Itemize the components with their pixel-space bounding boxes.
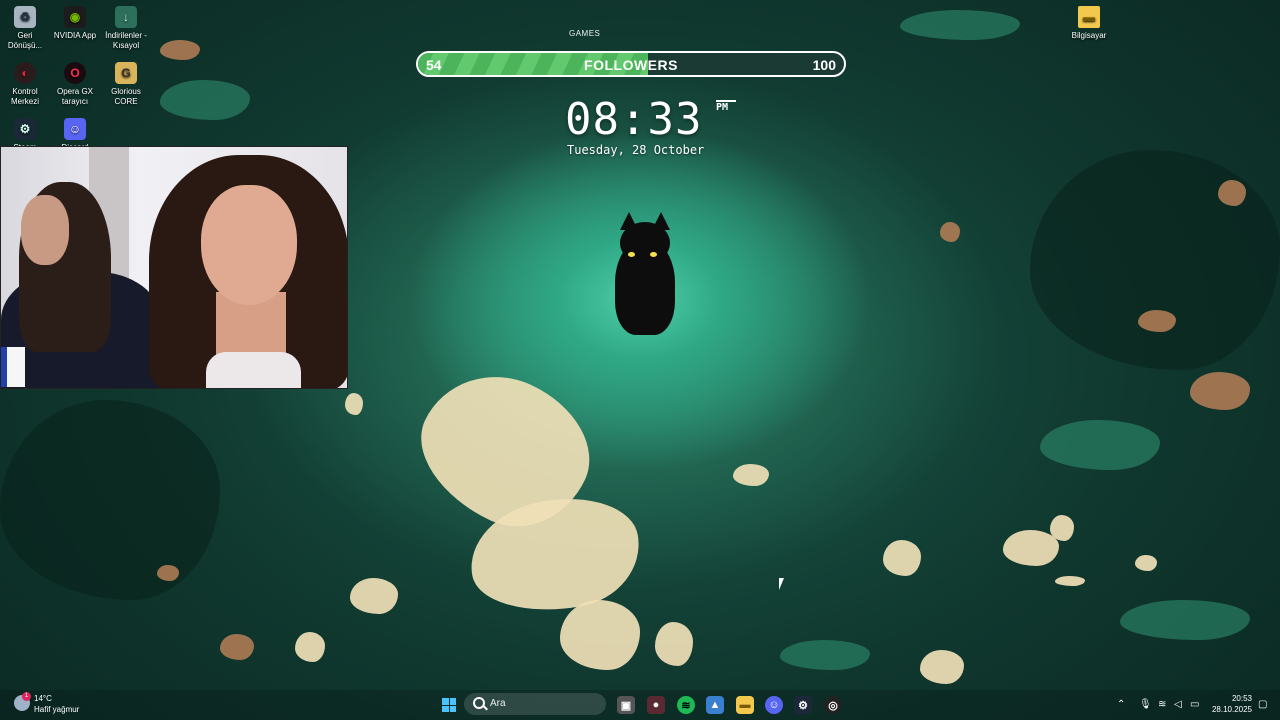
taskbar-app-file-explorer[interactable]: ▬	[736, 696, 754, 714]
taskbar-app-discord[interactable]: ☺	[765, 696, 783, 714]
app-icon: ●	[652, 699, 660, 711]
weather-description: Hafif yağmur	[34, 705, 80, 714]
glorious-icon: G	[115, 62, 137, 84]
microphone-icon[interactable]: 🎙	[1139, 699, 1152, 710]
steam-icon: ⚙	[798, 699, 808, 712]
tray-date[interactable]: 28.10.2025	[1208, 705, 1252, 714]
clock-time: 08:33	[565, 94, 703, 145]
tray-time[interactable]: 20:53	[1222, 694, 1252, 703]
nvidia-icon: ◉	[64, 6, 86, 28]
webcam-overlay	[0, 146, 348, 389]
desktop-icon-glorious[interactable]: G Glorious CORE	[101, 62, 151, 107]
start-button[interactable]	[440, 696, 458, 714]
taskbar	[0, 690, 1280, 720]
file-explorer-icon: ▬	[739, 699, 751, 711]
taskbar-app-spotify[interactable]: ≋	[677, 696, 695, 714]
recycle-bin-icon: ♻	[14, 6, 36, 28]
folder-icon: ▬	[1078, 6, 1100, 28]
windows-start-icon	[442, 698, 456, 712]
desktop-icon-nvidia[interactable]: ◉ NVIDIA App	[50, 6, 100, 41]
taskbar-app-obs[interactable]: ◎	[824, 696, 842, 714]
taskbar-app-task-view[interactable]: ▣	[617, 696, 635, 714]
spotify-icon: ≋	[681, 699, 691, 712]
photos-icon: ▲	[709, 699, 721, 711]
clock-ampm: PM	[716, 102, 729, 113]
followers-goal-bar: 54 FOLLOWERS 100	[416, 51, 846, 77]
task-view-icon: ▣	[620, 699, 632, 712]
steam-icon: ⚙	[14, 118, 36, 140]
tray-overflow-chevron-icon[interactable]: ⌃	[1117, 699, 1125, 710]
weather-temperature: 14°C	[34, 694, 52, 703]
desktop-icon-control-center[interactable]: ◐ Kontrol Merkezi	[0, 62, 50, 107]
wifi-icon[interactable]: ≋	[1158, 699, 1166, 710]
opera-gx-icon: O	[64, 62, 86, 84]
volume-icon[interactable]: ◁	[1174, 699, 1182, 710]
discord-icon: ☺	[64, 118, 86, 140]
desktop-icon-downloads[interactable]: ↓ İndirilenler - Kısayol	[101, 6, 151, 51]
discord-icon: ☺	[768, 699, 780, 711]
desktop-icon-label: Kontrol Merkezi	[10, 87, 39, 106]
taskbar-app-photos[interactable]: ▲	[706, 696, 724, 714]
mouse-cursor-icon	[779, 578, 784, 590]
followers-goal: 100	[812, 57, 836, 73]
taskbar-app-steam[interactable]: ⚙	[794, 696, 812, 714]
battery-icon[interactable]: ▭	[1190, 699, 1199, 710]
desktop-icon-computer[interactable]: ▬ Bilgisayar	[1064, 6, 1114, 41]
desktop-icon-label: Glorious CORE	[111, 87, 141, 106]
control-center-icon: ◐	[14, 62, 36, 84]
clock-date: Tuesday, 28 October	[567, 143, 705, 157]
desktop-icon-opera-gx[interactable]: O Opera GX tarayıcı	[50, 62, 100, 107]
desktop-icon-label: Opera GX tarayıcı	[56, 87, 93, 106]
followers-label: FOLLOWERS	[584, 57, 678, 73]
downloads-icon: ↓	[115, 6, 137, 28]
desktop-icon-label: Geri Dönüşü...	[7, 31, 43, 50]
taskbar-search[interactable]: Ara	[464, 693, 606, 715]
weather-badge: 1	[22, 692, 31, 701]
desktop-icon-label: NVIDIA App	[53, 31, 97, 40]
notification-icon[interactable]: ▢	[1258, 699, 1267, 710]
desktop-icon-label: Bilgisayar	[1071, 31, 1107, 40]
search-icon	[473, 697, 485, 709]
desktop-icon-label: İndirilenler - Kısayol	[105, 31, 147, 50]
games-label: GAMES	[569, 29, 601, 38]
taskbar-app-obs-preview[interactable]: ●	[647, 696, 665, 714]
desktop-icon-recycle-bin[interactable]: ♻ Geri Dönüşü...	[0, 6, 50, 51]
obs-icon: ◎	[828, 699, 838, 712]
search-placeholder: Ara	[490, 698, 506, 709]
